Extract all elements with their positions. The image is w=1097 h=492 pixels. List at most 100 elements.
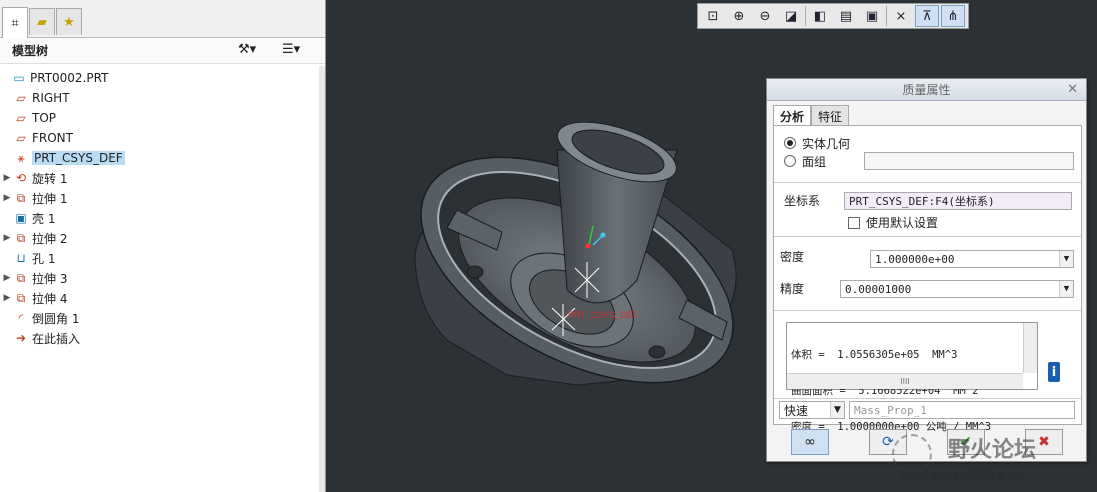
tree-item-label: RIGHT bbox=[32, 91, 70, 105]
saved-views-icon: ▤ bbox=[839, 8, 853, 24]
tree-item[interactable]: ⊔ 孔 1 bbox=[0, 248, 325, 268]
solid-geometry-option[interactable]: 实体几何 bbox=[784, 134, 850, 152]
density-value: 1.000000e+00 bbox=[875, 252, 955, 266]
tree-item[interactable]: ▱ FRONT bbox=[0, 128, 325, 148]
tree-item[interactable]: ▶ ⧉ 拉伸 2 bbox=[0, 228, 325, 248]
info-icon[interactable]: i bbox=[1048, 362, 1060, 382]
spin-center-button[interactable]: ⋔ bbox=[941, 5, 965, 27]
extrude-icon: ⧉ bbox=[16, 230, 26, 245]
dialog-title: 质量属性 bbox=[902, 83, 951, 97]
watermark-main-text: 野火论坛 bbox=[948, 438, 1037, 463]
csys-field[interactable]: PRT_CSYS_DEF:F4(坐标系) bbox=[844, 192, 1072, 210]
use-default-label: 使用默认设置 bbox=[866, 216, 939, 230]
bolt-hole bbox=[466, 265, 484, 279]
expand-arrow-icon[interactable]: ▶ bbox=[2, 193, 12, 203]
folder-browser-tab[interactable]: ▰ bbox=[29, 8, 55, 35]
tab-analysis[interactable]: 分析 bbox=[773, 105, 812, 125]
quilt-option[interactable]: 面组 bbox=[784, 152, 826, 170]
solid-geometry-radio[interactable] bbox=[784, 137, 796, 149]
tree-scrollbar[interactable] bbox=[319, 66, 325, 492]
quilt-radio[interactable] bbox=[784, 155, 796, 167]
display-style-button[interactable]: ◧ bbox=[808, 5, 832, 27]
display-style-icon: ◧ bbox=[813, 8, 827, 24]
tree-item-label: 拉伸 3 bbox=[32, 271, 68, 286]
star-icon: ★ bbox=[63, 14, 75, 30]
csys-icon: ⚹ bbox=[17, 150, 25, 165]
tree-item[interactable]: ➔ 在此插入 bbox=[0, 328, 325, 348]
hscroll-thumb-grip: IIII bbox=[900, 377, 910, 386]
expand-arrow-icon[interactable]: ▶ bbox=[2, 173, 12, 183]
part-icon: ▭ bbox=[13, 71, 25, 85]
model-tree-tab[interactable]: ⌗ bbox=[2, 7, 28, 38]
repaint-icon: ◪ bbox=[784, 8, 798, 24]
tree-item[interactable]: ⚹ PRT_CSYS_DEF bbox=[0, 148, 325, 168]
mode-dropdown[interactable]: 快速 ▼ bbox=[779, 401, 845, 419]
close-icon[interactable]: ✕ bbox=[1067, 82, 1078, 97]
tree-item-label: TOP bbox=[32, 111, 57, 125]
results-vscroll[interactable] bbox=[1023, 323, 1037, 373]
quilt-field[interactable] bbox=[864, 152, 1074, 170]
preview-icon: ∞ bbox=[804, 434, 816, 450]
chevron-down-icon[interactable]: ▼ bbox=[1059, 251, 1073, 267]
mass-properties-dialog: 质量属性 ✕ 分析 特征 实体几何 面组 坐标系 PRT_CSYS_DEF:F4… bbox=[766, 78, 1087, 462]
datum-display-button[interactable]: ⨯ bbox=[889, 5, 913, 27]
expand-arrow-icon[interactable]: ▶ bbox=[2, 233, 12, 243]
chevron-down-icon[interactable]: ▼ bbox=[830, 402, 844, 418]
accuracy-dropdown[interactable]: 0.00001000 ▼ bbox=[840, 280, 1074, 298]
extrude-icon: ⧉ bbox=[16, 190, 26, 205]
expand-arrow-icon[interactable]: ▶ bbox=[2, 273, 12, 283]
results-box[interactable]: 体积 = 1.0556305e+05 MM^3 曲面面积 = 5.1668522… bbox=[786, 322, 1038, 433]
name-field[interactable]: Mass_Prop_1 bbox=[849, 401, 1075, 419]
csys-field-label: 坐标系 bbox=[784, 194, 821, 208]
tree-item[interactable]: ▶ ⧉ 拉伸 1 bbox=[0, 188, 325, 208]
csys-label: PRT_CSYS_DEF bbox=[568, 310, 639, 320]
use-default-option[interactable]: 使用默认设置 bbox=[848, 214, 938, 231]
csys-display-button[interactable]: ⊼ bbox=[915, 5, 939, 27]
mode-value: 快速 bbox=[784, 403, 809, 418]
tree-item-label: 在此插入 bbox=[32, 331, 81, 346]
favorites-tab[interactable]: ★ bbox=[56, 8, 82, 35]
tree-item[interactable]: ▱ TOP bbox=[0, 108, 325, 128]
dialog-titlebar: 质量属性 ✕ bbox=[767, 79, 1086, 101]
csys-display-icon: ⊼ bbox=[922, 8, 932, 24]
chevron-down-icon[interactable]: ▼ bbox=[1059, 281, 1073, 297]
zoom-in-button[interactable]: ⊕ bbox=[727, 5, 751, 27]
tree-item[interactable]: ▶ ⧉ 拉伸 3 bbox=[0, 268, 325, 288]
zoom-out-icon: ⊖ bbox=[759, 8, 771, 24]
tree-item[interactable]: ▶ ⧉ 拉伸 4 bbox=[0, 288, 325, 308]
preview-button[interactable]: ∞ bbox=[791, 429, 829, 455]
model-tree-header: 模型树 ⚒▾ ☰▾ bbox=[0, 38, 325, 64]
tree-columns-icon[interactable]: ☰▾ bbox=[282, 42, 300, 57]
tab-feature[interactable]: 特征 bbox=[811, 105, 850, 125]
use-default-checkbox[interactable] bbox=[848, 216, 860, 229]
expand-arrow-icon[interactable]: ▶ bbox=[2, 293, 12, 303]
results-hscroll[interactable]: IIII bbox=[787, 373, 1023, 389]
repaint-button[interactable]: ◪ bbox=[779, 5, 803, 27]
watermark-url: www.proewildfire.cn bbox=[900, 468, 1022, 482]
datum-display-icon: ⨯ bbox=[895, 8, 907, 24]
tree-item[interactable]: ◜ 倒圆角 1 bbox=[0, 308, 325, 328]
tree-item-label: 拉伸 2 bbox=[32, 231, 68, 246]
saved-views-button[interactable]: ▤ bbox=[834, 5, 858, 27]
refit-button[interactable]: ⊡ bbox=[701, 5, 725, 27]
tree-item[interactable]: ▣ 壳 1 bbox=[0, 208, 325, 228]
view-manager-button[interactable]: ▣ bbox=[860, 5, 884, 27]
tree-item[interactable]: ▭ PRT0002.PRT bbox=[0, 68, 325, 88]
quilt-label: 面组 bbox=[802, 154, 827, 169]
spin-center-icon: ⋔ bbox=[947, 8, 959, 24]
extrude-icon: ⧉ bbox=[16, 290, 26, 305]
density-dropdown[interactable]: 1.000000e+00 ▼ bbox=[870, 250, 1074, 268]
model-tree: ▭ PRT0002.PRT ▱ RIGHT ▱ TOP ▱ FRONT ⚹ PRT_CSYS_DE… bbox=[0, 64, 325, 348]
tree-settings-icon[interactable]: ⚒▾ bbox=[238, 42, 256, 57]
view-manager-icon: ▣ bbox=[865, 8, 879, 24]
datum-plane-icon: ▱ bbox=[16, 91, 26, 105]
accuracy-value: 0.00001000 bbox=[845, 282, 912, 296]
tree-item[interactable]: ▱ RIGHT bbox=[0, 88, 325, 108]
tree-item-label: 拉伸 4 bbox=[32, 291, 68, 306]
bolt-hole bbox=[648, 345, 666, 359]
toolbar-separator bbox=[805, 6, 806, 26]
tree-item[interactable]: ▶ ⟲ 旋转 1 bbox=[0, 168, 325, 188]
folder-icon: ▰ bbox=[37, 14, 47, 30]
zoom-out-button[interactable]: ⊖ bbox=[753, 5, 777, 27]
tree-icon: ⌗ bbox=[11, 15, 19, 31]
